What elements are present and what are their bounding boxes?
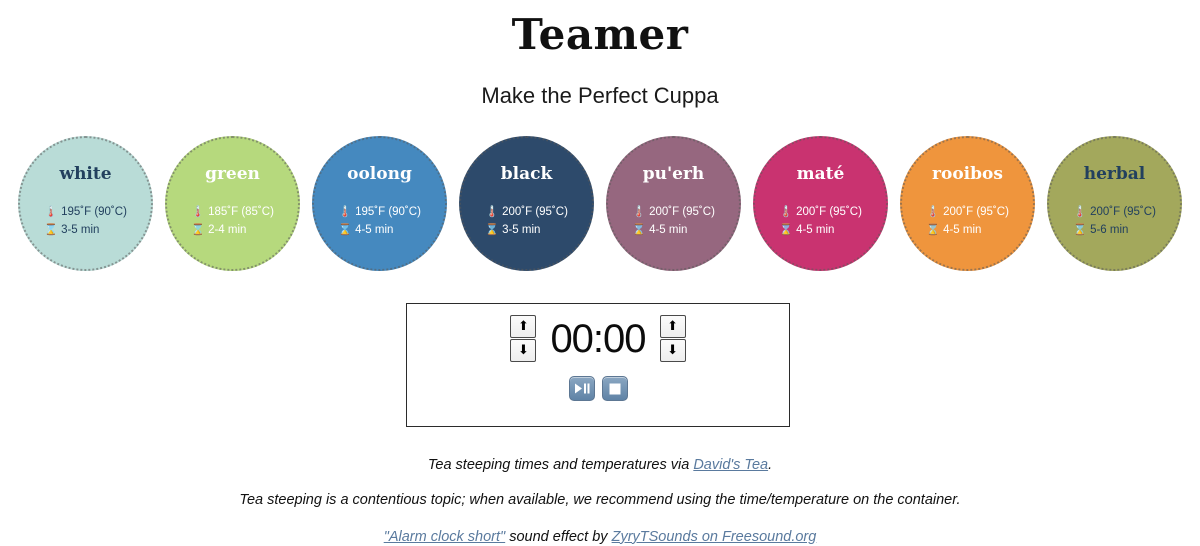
tea-temperature: 200˚F (95˚C) [943,206,1009,218]
tea-steep-time: 4-5 min [355,224,394,237]
tea-temperature-row: 🌡️ 195˚F (90˚C) [44,205,127,219]
play-pause-icon [574,383,590,394]
tea-name: pu'erh [642,164,705,184]
tea-name: green [205,164,260,184]
tea-stats: 🌡️ 195˚F (90˚C) ⌛ 4-5 min [338,205,421,238]
timer-controls [407,362,789,401]
tea-stats: 🌡️ 185˚F (85˚C) ⌛ 2-4 min [191,205,274,238]
footer-disclaimer: Tea steeping is a contentious topic; whe… [239,492,961,509]
tea-temperature-row: 🌡️ 200˚F (95˚C) [1073,205,1156,219]
tea-circle-puerh[interactable]: pu'erh 🌡️ 200˚F (95˚C) ⌛ 4-5 min [606,136,741,271]
tea-name: rooibos [932,164,1003,184]
tea-name: oolong [347,164,412,184]
thermometer-icon: 🌡️ [191,205,205,218]
footer-sound-text: sound effect by [505,528,612,545]
tea-steep-time: 4-5 min [796,224,835,237]
tea-steep-time: 3-5 min [61,224,100,237]
seconds-increment-button[interactable]: ⬆ [659,315,686,338]
tea-steep-time: 2-4 min [208,224,247,237]
tea-stats: 🌡️ 195˚F (90˚C) ⌛ 3-5 min [44,205,127,238]
tea-circle-white[interactable]: white 🌡️ 195˚F (90˚C) ⌛ 3-5 min [18,136,153,271]
tea-temperature-row: 🌡️ 200˚F (95˚C) [632,205,715,219]
timer-display-row: ⬆ ⬇ 00:00 ⬆ ⬇ [407,304,789,362]
tea-steep-time-row: ⌛ 4-5 min [632,223,687,237]
tea-steep-time-row: ⌛ 4-5 min [779,223,834,237]
tea-steep-time-row: ⌛ 3-5 min [485,223,540,237]
footer-attribution-line: Tea steeping times and temperatures via … [0,450,1200,474]
tea-steep-time-row: ⌛ 2-4 min [191,223,246,237]
seconds-decrement-button[interactable]: ⬇ [659,339,686,362]
thermometer-icon: 🌡️ [1073,205,1087,218]
tea-stats: 🌡️ 200˚F (95˚C) ⌛ 5-6 min [1073,205,1156,238]
minutes-increment-button[interactable]: ⬆ [510,315,537,338]
hourglass-icon: ⌛ [338,224,352,237]
tea-temperature-row: 🌡️ 200˚F (95˚C) [485,205,568,219]
page-subtitle: Make the Perfect Cuppa [481,83,719,109]
tea-steep-time-row: ⌛ 4-5 min [926,223,981,237]
thermometer-icon: 🌡️ [632,205,646,218]
stop-button[interactable] [601,376,628,401]
tea-circle-mat[interactable]: maté 🌡️ 200˚F (95˚C) ⌛ 4-5 min [753,136,888,271]
tea-temperature: 200˚F (95˚C) [1090,206,1156,218]
page-title: Teamer [511,10,689,59]
footer: Tea steeping times and temperatures via … [0,450,1200,546]
tea-circle-oolong[interactable]: oolong 🌡️ 195˚F (90˚C) ⌛ 4-5 min [312,136,447,271]
tea-steep-time: 3-5 min [502,224,541,237]
tea-temperature: 200˚F (95˚C) [502,206,568,218]
minutes-stepper: ⬆ ⬇ [510,315,537,362]
footer-text-after: . [768,457,773,473]
tea-circle-black[interactable]: black 🌡️ 200˚F (95˚C) ⌛ 3-5 min [459,136,594,271]
tea-temperature-row: 🌡️ 200˚F (95˚C) [779,205,862,219]
hourglass-icon: ⌛ [485,224,499,237]
tea-name: herbal [1083,164,1146,184]
seconds-stepper: ⬆ ⬇ [659,315,686,362]
stop-icon [609,383,621,395]
thermometer-icon: 🌡️ [338,205,352,218]
tea-stats: 🌡️ 200˚F (95˚C) ⌛ 4-5 min [779,205,862,238]
tea-name: maté [796,164,845,184]
tea-type-list: white 🌡️ 195˚F (90˚C) ⌛ 3-5 min green 🌡️ 185˚F … [0,136,1200,276]
footer-sound-credit: "Alarm clock short" sound effect by Zyry… [0,510,1200,546]
tea-name: black [500,164,553,184]
hourglass-icon: ⌛ [44,224,58,237]
timer-panel: ⬆ ⬇ 00:00 ⬆ ⬇ [406,303,790,427]
tea-temperature: 195˚F (90˚C) [61,206,127,218]
hourglass-icon: ⌛ [632,224,646,237]
thermometer-icon: 🌡️ [926,205,940,218]
hourglass-icon: ⌛ [926,224,940,237]
tea-temperature: 200˚F (95˚C) [649,206,715,218]
thermometer-icon: 🌡️ [779,205,793,218]
tea-circle-green[interactable]: green 🌡️ 185˚F (85˚C) ⌛ 2-4 min [165,136,300,271]
tea-stats: 🌡️ 200˚F (95˚C) ⌛ 3-5 min [485,205,568,238]
tea-name: white [59,164,112,184]
tea-circle-rooibos[interactable]: rooibos 🌡️ 200˚F (95˚C) ⌛ 4-5 min [900,136,1035,271]
hourglass-icon: ⌛ [191,224,205,237]
thermometer-icon: 🌡️ [44,205,58,218]
tea-temperature-row: 🌡️ 185˚F (85˚C) [191,205,274,219]
hourglass-icon: ⌛ [779,224,793,237]
minutes-decrement-button[interactable]: ⬇ [510,339,537,362]
thermometer-icon: 🌡️ [485,205,499,218]
tea-temperature: 195˚F (90˚C) [355,206,421,218]
tea-circle-herbal[interactable]: herbal 🌡️ 200˚F (95˚C) ⌛ 5-6 min [1047,136,1182,271]
tea-temperature: 200˚F (95˚C) [796,206,862,218]
tea-temperature: 185˚F (85˚C) [208,206,274,218]
freesound-link[interactable]: ZyryTSounds on Freesound.org [612,529,817,545]
tea-steep-time: 4-5 min [943,224,982,237]
alarm-sound-link[interactable]: "Alarm clock short" [384,529,506,545]
tea-steep-time-row: ⌛ 5-6 min [1073,223,1128,237]
tea-steep-time: 5-6 min [1090,224,1129,237]
tea-temperature-row: 🌡️ 195˚F (90˚C) [338,205,421,219]
footer-text-before: Tea steeping times and temperatures via [427,457,694,473]
tea-steep-time-row: ⌛ 4-5 min [338,223,393,237]
tea-stats: 🌡️ 200˚F (95˚C) ⌛ 4-5 min [632,205,715,238]
timer-value[interactable]: 00:00 [542,319,653,359]
tea-steep-time-row: ⌛ 3-5 min [44,223,99,237]
play-pause-button[interactable] [568,376,595,401]
hourglass-icon: ⌛ [1073,224,1087,237]
davids-tea-link[interactable]: David's Tea [693,457,768,473]
tea-steep-time: 4-5 min [649,224,688,237]
tea-temperature-row: 🌡️ 200˚F (95˚C) [926,205,1009,219]
tea-stats: 🌡️ 200˚F (95˚C) ⌛ 4-5 min [926,205,1009,238]
